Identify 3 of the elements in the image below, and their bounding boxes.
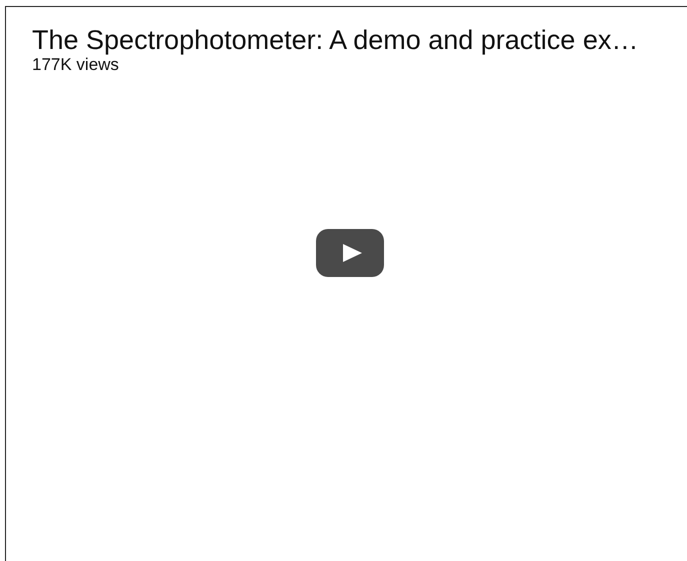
view-count: 177K views xyxy=(32,55,120,75)
video-title[interactable]: The Spectrophotometer: A demo and practice ex… xyxy=(32,25,687,55)
play-button[interactable] xyxy=(316,229,384,277)
